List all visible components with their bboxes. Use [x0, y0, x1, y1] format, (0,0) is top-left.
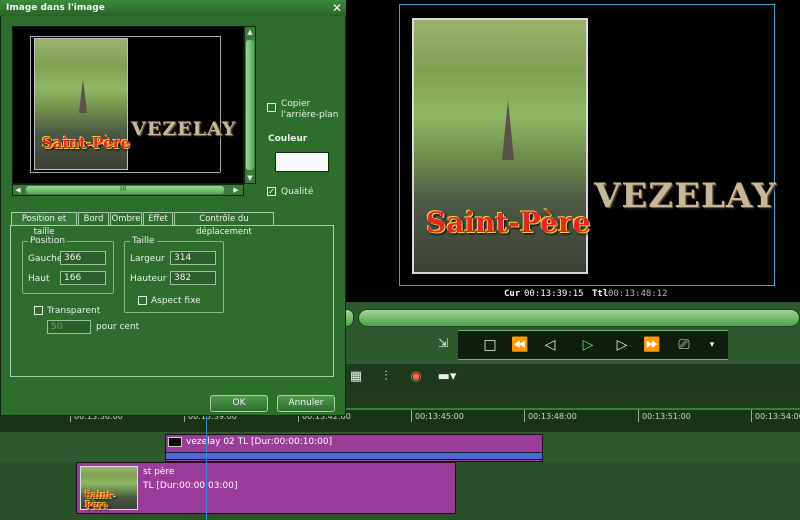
close-icon[interactable]: ✕ [330, 1, 344, 15]
ttl-timecode: 00:13:48:12 [608, 289, 668, 299]
color-swatch[interactable] [275, 152, 329, 172]
cur-timecode: 00:13:39:15 [524, 289, 584, 299]
clip-duration: TL [Dur:00:00:03:00] [143, 481, 238, 491]
ttl-label: Ttl [592, 289, 609, 299]
preview-title-saint-pere: Saint-Père [42, 134, 131, 152]
transport-buttons: □ ⏪ ◁ ▷ ▷ ⏩ ⎚ ▾ [458, 330, 728, 360]
top-label: Haut [28, 274, 50, 284]
quality-label: Qualité [281, 187, 314, 197]
width-label: Largeur [130, 254, 165, 264]
clip-label: st père [143, 467, 175, 477]
quality-checkbox[interactable]: ✓ [267, 187, 276, 196]
tab-effect[interactable]: Effet [143, 212, 173, 225]
copy-background-checkbox[interactable] [267, 103, 276, 112]
scroll-grip: III [120, 185, 127, 193]
height-input[interactable]: 382 [170, 271, 216, 285]
tool-row: ▦ ⫶ ◉ ▬▾ [346, 364, 800, 392]
top-input[interactable]: 166 [60, 271, 106, 285]
tab-motion-control[interactable]: Contrôle du déplacement [174, 212, 274, 237]
next-frame-icon[interactable]: ▷ [610, 335, 634, 355]
tab-shadow[interactable]: Ombre [110, 212, 142, 225]
guide-line [30, 36, 220, 37]
clip-label: vezelay 02 TL [Dur:00:00:10:00] [186, 437, 333, 447]
rewind-icon[interactable]: ⏪ [508, 335, 532, 355]
scrub-bar[interactable] [358, 309, 800, 327]
aspect-fixed-checkbox[interactable] [138, 296, 147, 305]
guide-line [30, 36, 31, 172]
left-label: Gauche [28, 254, 63, 264]
horizontal-scroll-thumb[interactable]: III [26, 185, 224, 194]
transparent-checkbox[interactable] [34, 306, 43, 315]
ruler-tick: 00:13:51:00 [638, 410, 691, 422]
position-group [22, 241, 114, 294]
audio-mixer-icon[interactable]: ⫶ [376, 368, 396, 386]
dialog-title: Image dans l'image [0, 0, 346, 16]
clip-st-pere[interactable]: Saint-Père st père TL [Dur:00:00:03:00] [76, 462, 456, 514]
position-group-label: Position [28, 236, 68, 246]
preview-title-vezelay: VEZELAY [131, 118, 237, 140]
size-group-label: Taille [130, 236, 157, 246]
ruler-tick: 00:13:54:00 [751, 410, 800, 422]
more-options-icon[interactable]: ▾ [700, 335, 724, 355]
transparency-input[interactable]: 50 [47, 320, 91, 334]
timecode-bar: Cur 00:13:39:15 Ttl 00:13:48:12 [346, 288, 800, 302]
ok-button[interactable]: OK [210, 395, 268, 412]
scroll-up-icon[interactable]: ▲ [246, 28, 254, 36]
clip-audio-bar [165, 452, 543, 460]
cancel-button[interactable]: Annuler [277, 395, 335, 412]
clip-thumbnail: Saint-Père [80, 466, 138, 511]
aspect-fixed-label: Aspect fixe [151, 296, 201, 306]
play-icon[interactable]: ▷ [576, 335, 600, 355]
guide-line [30, 172, 220, 173]
tab-position-size[interactable]: Position et taille [11, 212, 77, 237]
scroll-down-icon[interactable]: ▼ [246, 174, 254, 182]
fast-forward-icon[interactable]: ⏩ [640, 335, 664, 355]
storyboard-icon[interactable]: ▦ [346, 368, 366, 386]
scroll-right-icon[interactable]: ▶ [232, 186, 240, 194]
view-mode-icon[interactable]: ▬▾ [434, 368, 460, 386]
cur-label: Cur [504, 289, 521, 299]
stop-icon[interactable]: □ [478, 335, 502, 355]
transparent-label: Transparent [47, 306, 101, 316]
transparency-unit: pour cent [96, 322, 140, 332]
left-input[interactable]: 366 [60, 251, 106, 265]
thumbnail-title: Saint-Père [85, 491, 116, 511]
loop-icon[interactable]: ⎚ [672, 335, 696, 355]
chapter-icon[interactable]: ◉ [406, 368, 426, 386]
background-title-vezelay: VEZELAY [594, 176, 777, 216]
copy-background-label-2: l'arrière-plan [281, 110, 339, 120]
height-label: Hauteur [130, 274, 167, 284]
playhead-line[interactable] [206, 408, 207, 520]
overlay-title-saint-pere: Saint-Père [426, 206, 591, 239]
copy-background-label: Copier [281, 99, 311, 109]
insert-mode-icon[interactable]: ⇲ [432, 336, 454, 354]
ruler-tick: 00:13:45:00 [411, 410, 464, 422]
clip-thumbnail [168, 437, 182, 447]
tab-border[interactable]: Bord [78, 212, 109, 225]
ruler-tick: 00:13:48:00 [524, 410, 577, 422]
vertical-scroll-thumb[interactable] [246, 40, 254, 170]
guide-line [220, 36, 221, 172]
scroll-left-icon[interactable]: ◀ [14, 186, 22, 194]
width-input[interactable]: 314 [170, 251, 216, 265]
color-label: Couleur [268, 134, 308, 144]
previous-frame-icon[interactable]: ◁ [538, 335, 562, 355]
